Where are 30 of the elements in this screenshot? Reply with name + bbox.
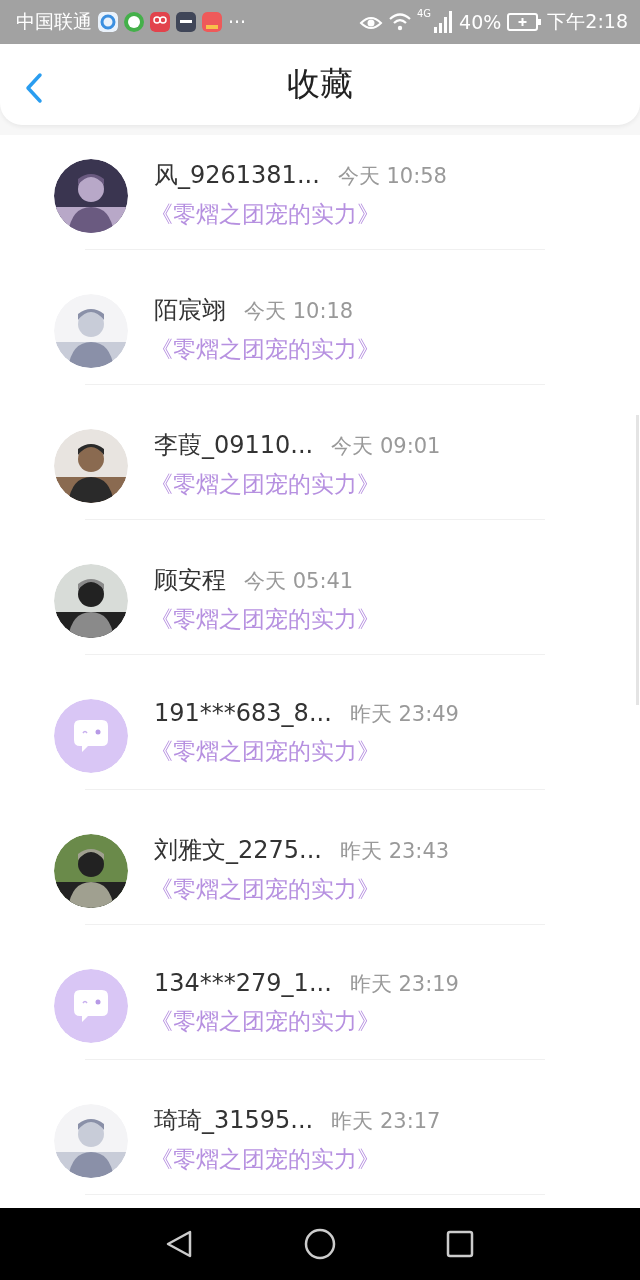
wifi-icon [388, 13, 411, 31]
battery-icon [507, 13, 542, 31]
user-name[interactable]: 191***683_8... [154, 699, 332, 727]
network-type: 4G [416, 8, 432, 19]
signal-icon [433, 11, 454, 33]
timestamp: 昨天 23:49 [349, 701, 459, 728]
user-name[interactable]: 李葭_09110... [154, 429, 314, 461]
user-name[interactable]: 风_9261381... [154, 159, 320, 191]
timestamp: 昨天 23:43 [339, 838, 450, 865]
timestamp: 昨天 23:17 [331, 1108, 441, 1135]
app-icon [124, 12, 144, 32]
user-name[interactable]: 陌宸翊 [154, 294, 226, 326]
app-icon [150, 12, 170, 32]
timestamp: 昨天 23:19 [349, 971, 459, 998]
user-name[interactable]: 134***279_1... [154, 969, 332, 997]
more-notifications: ··· [228, 11, 247, 33]
clock: 下午2:18 [547, 9, 628, 34]
battery-percent: 40% [459, 11, 502, 33]
timestamp: 今天 10:58 [337, 163, 447, 190]
timestamp: 今天 05:41 [244, 568, 354, 595]
user-name[interactable]: 刘雅文_2275... [154, 834, 322, 866]
timestamp: 今天 10:18 [244, 298, 354, 325]
timestamp: 今天 09:01 [331, 433, 441, 460]
user-name[interactable]: 顾安程 [154, 564, 226, 596]
app-icon [176, 12, 196, 32]
app-icon [98, 12, 118, 32]
carrier-name: 中国联通 [16, 9, 92, 34]
app-icon [202, 12, 222, 32]
page-title: 收藏 [287, 63, 353, 105]
user-name[interactable]: 琦琦_31595... [154, 1104, 314, 1136]
